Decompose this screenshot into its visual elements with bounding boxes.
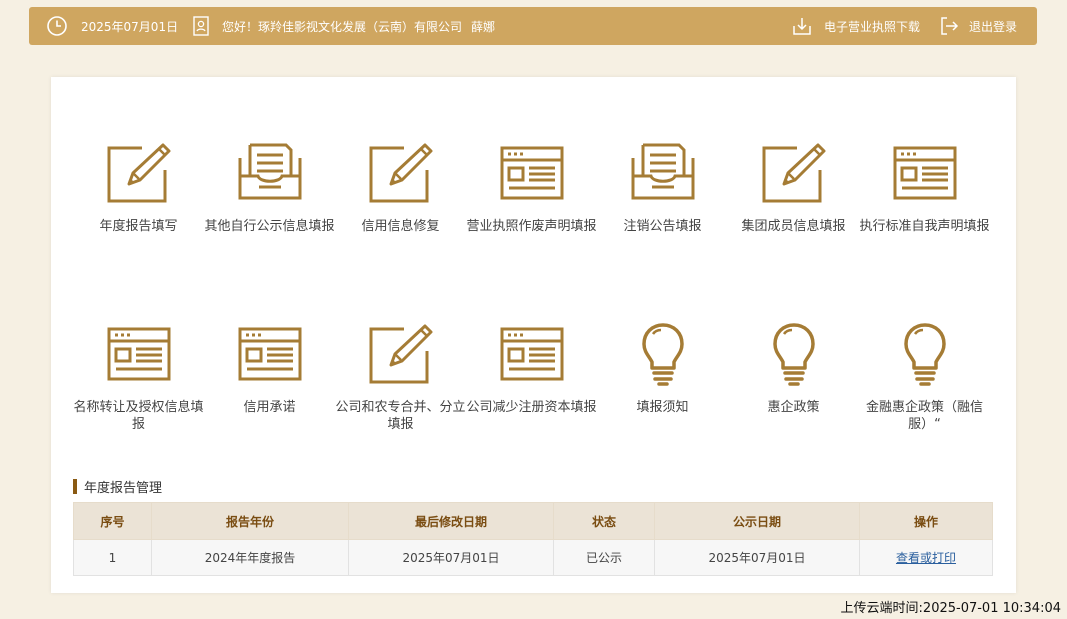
col-header-status: 状态 — [553, 502, 655, 540]
form-window-icon — [892, 142, 958, 204]
form-window-icon — [237, 323, 303, 385]
edit-pen-icon — [368, 142, 434, 204]
section-marker — [73, 478, 77, 494]
tile-14[interactable]: 金融惠企政策（融信服）“ — [859, 323, 990, 433]
cell-year: 2024年年度报告 — [151, 539, 349, 576]
license-download-label: 电子营业执照下载 — [824, 19, 921, 34]
main-panel: 年度报告填写 其他自行公示信息填报 信用信息修复 营业执照作废声明填报 注销公告… — [51, 77, 1016, 593]
edit-pen-icon — [368, 323, 434, 385]
tile-label: 填报须知 — [636, 400, 689, 415]
tile-4[interactable]: 营业执照作废声明填报 — [466, 142, 597, 235]
upload-time: 上传云端时间:2025-07-01 10:34:04 — [840, 601, 1061, 616]
annual-report-table: 序号 报告年份 最后修改日期 状态 公示日期 操作 1 2024年年度报告 20… — [73, 502, 993, 576]
logout-button[interactable]: 退出登录 — [939, 7, 1017, 45]
tile-9[interactable]: 信用承诺 — [204, 323, 335, 416]
tile-label: 惠企政策 — [767, 400, 820, 415]
col-header-index: 序号 — [73, 502, 152, 540]
logout-icon — [941, 17, 959, 35]
col-header-action: 操作 — [859, 502, 993, 540]
tile-label: 其他自行公示信息填报 — [204, 219, 335, 234]
table-row: 1 2024年年度报告 2025年07月01日 已公示 2025年07月01日 … — [73, 539, 993, 576]
document-tray-icon — [237, 142, 303, 204]
tile-label: 公司减少注册资本填报 — [466, 400, 597, 415]
lightbulb-icon — [761, 323, 827, 386]
tile-3[interactable]: 信用信息修复 — [335, 142, 466, 235]
user-badge-icon — [192, 7, 210, 45]
top-bar: 2025年07月01日 您好！琢羚佳影视文化发展（云南）有限公司 薛娜 电子营业… — [29, 7, 1037, 45]
form-window-icon — [499, 323, 565, 385]
current-date: 2025年07月01日 — [81, 19, 179, 34]
clock-icon — [46, 7, 68, 45]
edit-pen-icon — [761, 142, 827, 204]
license-download-button[interactable]: 电子营业执照下载 — [791, 7, 920, 45]
tile-label: 信用承诺 — [243, 400, 296, 415]
tile-2[interactable]: 其他自行公示信息填报 — [204, 142, 335, 235]
cell-modified: 2025年07月01日 — [348, 539, 554, 576]
tile-12[interactable]: 填报须知 — [597, 323, 728, 416]
tile-label: 集团成员信息填报 — [741, 219, 846, 234]
section-title-text: 年度报告管理 — [84, 480, 163, 496]
user-name: 薛娜 — [471, 19, 496, 34]
annual-report-section-title: 年度报告管理 — [73, 478, 163, 496]
tile-label: 年度报告填写 — [99, 219, 178, 234]
tile-label: 信用信息修复 — [361, 219, 440, 234]
col-header-year: 报告年份 — [151, 502, 349, 540]
greeting-text: 您好！琢羚佳影视文化发展（云南）有限公司 — [222, 19, 463, 34]
form-window-icon — [499, 142, 565, 204]
table-header-row: 序号 报告年份 最后修改日期 状态 公示日期 操作 — [73, 502, 993, 540]
form-window-icon — [106, 323, 172, 385]
download-icon — [793, 18, 811, 35]
document-tray-icon — [630, 142, 696, 204]
logout-label: 退出登录 — [969, 19, 1018, 34]
tile-8[interactable]: 名称转让及授权信息填报 — [73, 323, 204, 433]
edit-pen-icon — [106, 142, 172, 204]
cell-status: 已公示 — [553, 539, 655, 576]
tile-label: 金融惠企政策（融信服）“ — [865, 400, 983, 432]
tile-label: 公司和农专合并、分立填报 — [335, 400, 466, 432]
lightbulb-icon — [892, 323, 958, 386]
view-print-link[interactable]: 查看或打印 — [896, 551, 956, 565]
col-header-published: 公示日期 — [654, 502, 860, 540]
tile-label: 注销公告填报 — [623, 219, 702, 234]
tile-label: 营业执照作废声明填报 — [466, 219, 597, 234]
tile-11[interactable]: 公司减少注册资本填报 — [466, 323, 597, 416]
cell-action: 查看或打印 — [859, 539, 993, 576]
lightbulb-icon — [630, 323, 696, 386]
cell-published: 2025年07月01日 — [654, 539, 860, 576]
tile-5[interactable]: 注销公告填报 — [597, 142, 728, 235]
tile-1[interactable]: 年度报告填写 — [73, 142, 204, 235]
col-header-modified: 最后修改日期 — [348, 502, 554, 540]
tile-label: 执行标准自我声明填报 — [859, 219, 990, 234]
tile-10[interactable]: 公司和农专合并、分立填报 — [335, 323, 466, 433]
tile-label: 名称转让及授权信息填报 — [73, 400, 204, 432]
cell-index: 1 — [73, 539, 152, 576]
tile-7[interactable]: 执行标准自我声明填报 — [859, 142, 990, 235]
tile-6[interactable]: 集团成员信息填报 — [728, 142, 859, 235]
tile-13[interactable]: 惠企政策 — [728, 323, 859, 416]
